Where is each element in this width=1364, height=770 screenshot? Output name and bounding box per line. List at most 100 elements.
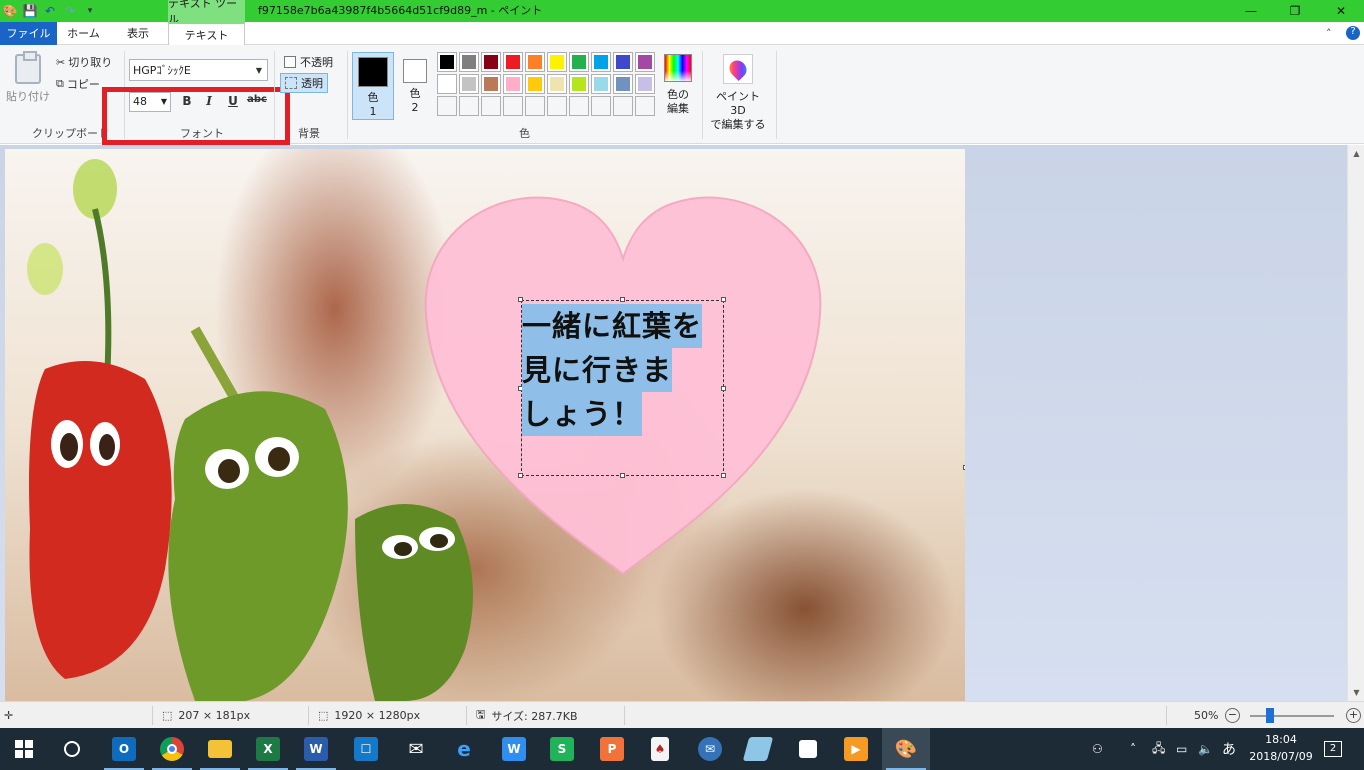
text-box-content[interactable]: 一緒に紅葉を 見に行きま しょう！ [522, 304, 722, 436]
wps-spreadsheet-icon[interactable]: S [538, 728, 586, 770]
palette-color-swatch[interactable] [437, 74, 457, 94]
palette-color-swatch[interactable] [459, 74, 479, 94]
transparent-label: 透明 [301, 77, 323, 90]
transparent-button[interactable]: 透明 [280, 73, 328, 93]
word-icon[interactable]: W [292, 728, 340, 770]
selection-handle[interactable] [620, 297, 625, 302]
edit-with-paint3d-button[interactable]: ペイント 3D で編集する [707, 52, 769, 132]
battery-icon[interactable]: ▭ [1176, 728, 1187, 770]
tab-text[interactable]: テキスト [168, 22, 245, 45]
palette-color-swatch[interactable] [525, 52, 545, 72]
tab-file[interactable]: ファイル [0, 22, 57, 45]
wps-presentation-icon[interactable]: P [588, 728, 636, 770]
paint-icon[interactable]: 🎨 [882, 728, 930, 770]
vertical-scrollbar[interactable]: ▲ ▼ [1347, 145, 1364, 701]
selection-handle[interactable] [620, 473, 625, 478]
outlook-icon[interactable]: O [100, 728, 148, 770]
zoom-in-button[interactable]: + [1346, 708, 1361, 723]
font-family-select[interactable]: HGPｺﾞｼｯｸE ▼ [129, 59, 268, 81]
edge-icon[interactable]: e [440, 728, 488, 770]
zoom-slider-thumb[interactable] [1266, 708, 1274, 723]
color1-button[interactable]: 色 1 [352, 52, 394, 120]
paint-app-icon[interactable]: 🎨 [0, 1, 20, 21]
palette-color-swatch[interactable] [481, 74, 501, 94]
separator [152, 706, 153, 725]
network-icon[interactable]: 🖧 [1152, 728, 1165, 770]
notification-center-icon[interactable]: 2 [1324, 728, 1342, 770]
media-player-icon[interactable]: ▶ [832, 728, 880, 770]
palette-color-swatch[interactable] [459, 52, 479, 72]
mail-icon[interactable]: ✉ [392, 728, 440, 770]
show-hidden-icons-icon[interactable]: ˄ [1130, 728, 1136, 770]
restore-button[interactable]: ❐ [1272, 0, 1318, 22]
palette-color-swatch[interactable] [569, 74, 589, 94]
palette-color-swatch[interactable] [569, 52, 589, 72]
palette-color-swatch[interactable] [481, 96, 501, 116]
palette-color-swatch[interactable] [635, 96, 655, 116]
tab-view[interactable]: 表示 [110, 22, 166, 45]
sticky-note-icon[interactable] [784, 728, 832, 770]
palette-color-swatch[interactable] [481, 52, 501, 72]
start-icon[interactable] [0, 728, 48, 770]
outlook-contacts-icon[interactable]: ☐ [342, 728, 390, 770]
customize-qat-icon[interactable]: ▾ [80, 1, 100, 21]
scroll-up-icon[interactable]: ▲ [1348, 145, 1364, 162]
canvas-resize-handle[interactable] [963, 465, 965, 470]
zoom-slider-track[interactable] [1250, 715, 1334, 717]
thunderbird-icon[interactable]: ✉ [686, 728, 734, 770]
chrome-icon[interactable] [148, 728, 196, 770]
palette-color-swatch[interactable] [591, 52, 611, 72]
selection-handle[interactable] [721, 297, 726, 302]
clock[interactable]: 18:04 2018/07/09 [1246, 731, 1316, 765]
selection-handle[interactable] [518, 473, 523, 478]
palette-color-swatch[interactable] [613, 52, 633, 72]
palette-color-swatch[interactable] [547, 96, 567, 116]
ime-indicator[interactable]: あ [1222, 728, 1236, 770]
save-icon[interactable]: 💾 [20, 1, 40, 21]
palette-color-swatch[interactable] [569, 96, 589, 116]
undo-icon[interactable]: ↶ [40, 1, 60, 21]
notepad-icon[interactable] [734, 728, 782, 770]
image-canvas[interactable]: 一緒に紅葉を 見に行きま しょう！ [5, 149, 965, 701]
minimize-button[interactable]: — [1228, 0, 1274, 22]
collapse-ribbon-icon[interactable]: ˄ [1326, 22, 1332, 45]
game-icon[interactable]: ♠ [636, 728, 684, 770]
redo-icon[interactable]: ↷ [60, 1, 80, 21]
palette-color-swatch[interactable] [635, 74, 655, 94]
opaque-button[interactable]: 不透明 [280, 52, 337, 72]
cortana-icon[interactable] [48, 728, 96, 770]
palette-color-swatch[interactable] [525, 74, 545, 94]
explorer-icon[interactable] [196, 728, 244, 770]
wps-writer-icon[interactable]: W [490, 728, 538, 770]
clock-date: 2018/07/09 [1249, 750, 1313, 763]
palette-color-swatch[interactable] [459, 96, 479, 116]
palette-color-swatch[interactable] [503, 96, 523, 116]
palette-color-swatch[interactable] [525, 96, 545, 116]
selection-handle[interactable] [518, 297, 523, 302]
palette-color-swatch[interactable] [547, 52, 567, 72]
paste-button[interactable]: 貼り付け [6, 50, 50, 110]
people-icon[interactable]: ⚇ [1092, 728, 1103, 770]
close-button[interactable]: ✕ [1318, 0, 1364, 22]
tab-home[interactable]: ホーム [57, 22, 110, 45]
palette-color-swatch[interactable] [613, 96, 633, 116]
palette-color-swatch[interactable] [613, 74, 633, 94]
palette-color-swatch[interactable] [503, 74, 523, 94]
palette-color-swatch[interactable] [591, 96, 611, 116]
palette-color-swatch[interactable] [503, 52, 523, 72]
selection-handle[interactable] [721, 473, 726, 478]
palette-color-swatch[interactable] [591, 74, 611, 94]
copy-button[interactable]: ⧉ コピー [56, 74, 100, 94]
palette-color-swatch[interactable] [635, 52, 655, 72]
help-icon[interactable]: ? [1346, 26, 1360, 40]
zoom-out-button[interactable]: − [1225, 708, 1240, 723]
color2-button[interactable]: 色 2 [394, 52, 436, 120]
palette-color-swatch[interactable] [437, 96, 457, 116]
volume-icon[interactable]: 🔈 [1198, 728, 1213, 770]
scroll-down-icon[interactable]: ▼ [1348, 684, 1364, 701]
palette-color-swatch[interactable] [437, 52, 457, 72]
cut-button[interactable]: ✂ 切り取り [56, 52, 112, 72]
excel-icon[interactable]: X [244, 728, 292, 770]
palette-color-swatch[interactable] [547, 74, 567, 94]
edit-colors-button[interactable]: 色の 編集 [659, 52, 697, 116]
